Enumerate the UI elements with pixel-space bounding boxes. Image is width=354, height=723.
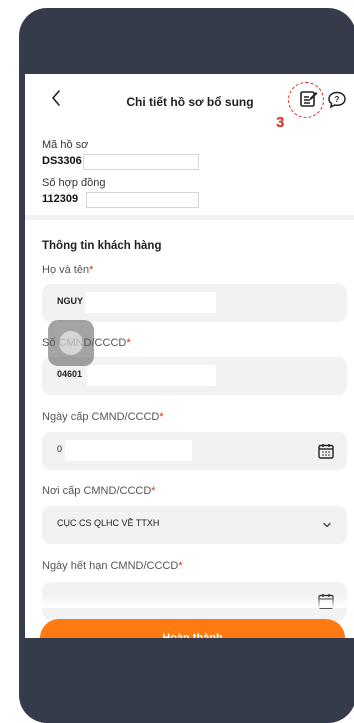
issue-place-label: Nơi cấp CMND/CCCD* [42, 485, 156, 497]
issue-date-value: 0 [57, 444, 63, 454]
issue-date-label: Ngày cấp CMND/CCCD* [42, 411, 164, 423]
full-name-value: NGUY [57, 296, 84, 306]
section-title: Thông tin khách hàng [42, 240, 162, 252]
issue-place-value: CỤC CS QLHC VỀ TTXH [57, 518, 160, 528]
help-button[interactable]: ? [327, 90, 347, 110]
assistive-touch-button[interactable] [48, 320, 94, 366]
issue-date-input[interactable]: 0 [42, 432, 347, 470]
contract-number-mask [86, 192, 199, 208]
required-mark: * [151, 485, 156, 497]
calendar-icon[interactable] [317, 442, 335, 460]
step-number-label: 3 [276, 114, 285, 131]
id-number-value: 04601 [57, 369, 83, 379]
page-title: Chi tiết hồ sơ bổ sung [126, 95, 254, 109]
svg-text:?: ? [335, 95, 340, 104]
chevron-down-icon [323, 522, 331, 528]
issue-place-label-text: Nơi cấp CMND/CCCD [42, 485, 152, 497]
contract-number-label: Số hợp đồng [42, 177, 106, 189]
section-divider [25, 215, 354, 220]
highlight-circle [288, 82, 324, 118]
record-code-label: Mã hồ sơ [42, 139, 89, 151]
issue-place-select[interactable]: CỤC CS QLHC VỀ TTXH [42, 506, 347, 544]
full-name-label-text: Họ và tên [42, 264, 90, 276]
contract-number-value: 112309 [42, 193, 79, 205]
issue-date-mask [65, 440, 192, 461]
scroll-fade [25, 594, 354, 608]
id-number-mask [87, 365, 216, 386]
full-name-input[interactable]: NGUY [42, 284, 347, 322]
header-bar: Chi tiết hồ sơ bổ sung ? [25, 74, 354, 124]
required-mark: * [178, 560, 183, 572]
back-button[interactable] [45, 87, 67, 109]
full-name-label: Họ và tên* [42, 264, 93, 276]
issue-date-label-text: Ngày cấp CMND/CCCD [42, 411, 160, 423]
full-name-mask [85, 292, 216, 313]
required-mark: * [159, 411, 164, 423]
phone-frame: Chi tiết hồ sơ bổ sung ? 3 Mã hồ sơ DS33… [19, 8, 354, 723]
chevron-left-icon [52, 90, 60, 106]
record-code-mask [83, 154, 199, 170]
question-bubble-icon: ? [328, 91, 346, 109]
expiry-date-label-text: Ngày hết hạn CMND/CCCD [42, 560, 179, 572]
required-mark: * [126, 337, 131, 349]
record-code-value: DS3306 [42, 155, 82, 167]
complete-button[interactable]: Hoàn thành [40, 619, 345, 638]
expiry-date-label: Ngày hết hạn CMND/CCCD* [42, 560, 183, 572]
required-mark: * [89, 264, 94, 276]
